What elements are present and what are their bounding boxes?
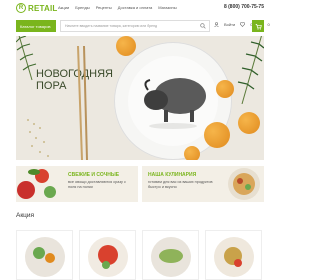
cart-button[interactable] <box>252 20 264 32</box>
product-image-detail <box>234 259 242 267</box>
nav-item-brands[interactable]: Бренды <box>75 5 90 10</box>
promo-fresh[interactable]: СВЕЖИЕ И СОЧНЫЕ все овощи доставляются с… <box>16 166 138 202</box>
product-card[interactable] <box>205 230 262 280</box>
tinsel-decoration <box>27 119 49 157</box>
search-placeholder: Начните вводить название товара, категор… <box>65 24 158 28</box>
product-image-detail <box>159 249 183 263</box>
product-image-detail <box>102 261 110 269</box>
top-bar: R RETAIL Акции Бренды Рецепты Доставка и… <box>0 0 280 17</box>
search-input[interactable]: Начните вводить название товара, категор… <box>60 20 210 32</box>
promo-fresh-text: все овощи доставляются сразу с поля на п… <box>68 180 126 189</box>
product-image <box>88 237 128 277</box>
product-image-detail <box>45 253 55 263</box>
promo-cooking[interactable]: НАША КУЛИНАРИЯ готовим для вас из ваших … <box>142 166 264 202</box>
orange-fruit-3 <box>204 122 230 148</box>
logo-text: RETAIL <box>28 3 58 13</box>
orange-fruit-5 <box>184 146 200 160</box>
heart-icon[interactable] <box>240 22 246 27</box>
product-image <box>25 237 65 277</box>
phone-number[interactable]: 8 (800) 700-75-75 <box>224 4 264 10</box>
promo-cooking-title: НАША КУЛИНАРИЯ <box>148 172 197 178</box>
product-card[interactable] <box>16 230 73 280</box>
vegetables-image <box>17 169 56 199</box>
nav-item-stores[interactable]: Магазины <box>158 5 176 10</box>
compare-count: 0 <box>267 22 270 27</box>
section-title-sale: Акция <box>16 212 35 219</box>
logo-mark: R <box>16 3 26 13</box>
orange-fruit-1 <box>116 36 136 56</box>
promo-fresh-title: СВЕЖИЕ И СОЧНЫЕ <box>68 172 120 178</box>
hero-banner[interactable]: НОВОГОДНЯЯ ПОРА <box>16 36 264 160</box>
nav-item-recipes[interactable]: Рецепты <box>96 5 112 10</box>
logo[interactable]: R RETAIL <box>16 3 58 13</box>
product-card[interactable] <box>142 230 199 280</box>
promo-cooking-text: готовим для вас из ваших продуктов быстр… <box>148 180 213 189</box>
product-list <box>16 230 264 280</box>
product-card[interactable] <box>79 230 136 280</box>
user-icon[interactable] <box>214 22 219 27</box>
orange-fruit-4 <box>238 112 260 134</box>
nav-item-delivery[interactable]: Доставка и оплата <box>118 5 153 10</box>
product-image <box>214 237 254 277</box>
chopsticks-image <box>77 46 88 160</box>
dish-image <box>228 168 260 200</box>
toolbar: Каталог товаров Начните вводить название… <box>16 20 270 32</box>
login-link[interactable]: Войти <box>224 22 235 27</box>
catalog-button[interactable]: Каталог товаров <box>16 20 56 32</box>
nav-item-sales[interactable]: Акции <box>58 5 69 10</box>
cart-icon <box>255 23 262 30</box>
orange-fruit-2 <box>216 80 234 98</box>
search-icon[interactable] <box>200 23 206 29</box>
product-image-detail <box>33 247 45 259</box>
main-nav: Акции Бренды Рецепты Доставка и оплата М… <box>58 5 177 10</box>
catalog-button-label: Каталог товаров <box>20 23 51 29</box>
product-image <box>151 237 191 277</box>
